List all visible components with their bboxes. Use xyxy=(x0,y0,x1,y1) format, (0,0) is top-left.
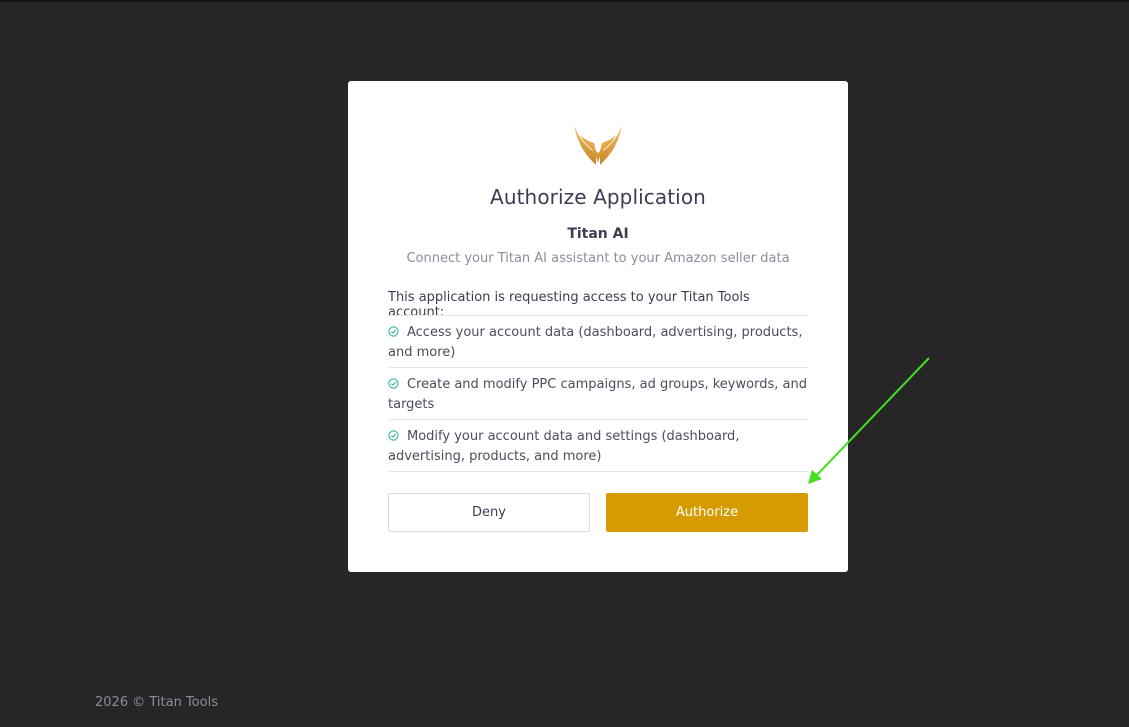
permission-label: Create and modify PPC campaigns, ad grou… xyxy=(388,377,807,412)
permission-item: Access your account data (dashboard, adv… xyxy=(388,316,808,368)
permission-label: Modify your account data and settings (d… xyxy=(388,429,740,464)
app-name: Titan AI xyxy=(567,226,629,242)
top-border xyxy=(0,0,1129,2)
authorize-button[interactable]: Authorize xyxy=(606,493,808,532)
permission-item: Create and modify PPC campaigns, ad grou… xyxy=(388,368,808,420)
dialog-title: Authorize Application xyxy=(490,185,706,209)
authorize-dialog: Authorize Application Titan AI Connect y… xyxy=(348,81,848,572)
permission-item: Modify your account data and settings (d… xyxy=(388,420,808,472)
titan-logo-icon xyxy=(574,125,622,165)
deny-button[interactable]: Deny xyxy=(388,493,590,532)
permission-label: Access your account data (dashboard, adv… xyxy=(388,325,803,360)
check-circle-icon xyxy=(388,378,399,389)
app-description: Connect your Titan AI assistant to your … xyxy=(406,251,790,266)
footer-copyright: 2026 © Titan Tools xyxy=(95,695,218,710)
check-circle-icon xyxy=(388,430,399,441)
check-circle-icon xyxy=(388,326,399,337)
permission-list: Access your account data (dashboard, adv… xyxy=(388,315,808,472)
